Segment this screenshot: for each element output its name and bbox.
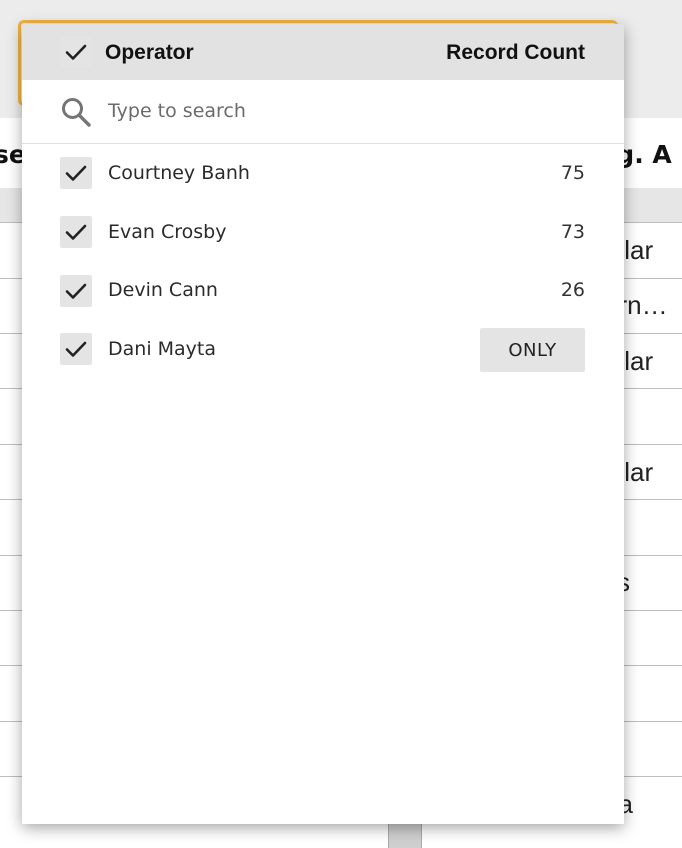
item-checkbox[interactable] (60, 333, 92, 365)
filter-column-title[interactable]: Operator (105, 41, 194, 65)
check-icon (65, 283, 87, 299)
list-item[interactable]: Courtney Banh 75 (22, 144, 624, 202)
check-icon (65, 165, 87, 181)
record-count-header[interactable]: Record Count (446, 41, 585, 65)
item-label: Evan Crosby (108, 221, 227, 243)
search-row (22, 80, 624, 144)
item-checkbox[interactable] (60, 216, 92, 248)
item-label: Devin Cann (108, 279, 218, 301)
check-icon (65, 224, 87, 240)
check-icon (65, 341, 87, 357)
list-item[interactable]: Dani Mayta ONLY (22, 318, 624, 376)
operator-filter-dropdown: Operator Record Count Courtney Banh 75 E… (22, 24, 624, 824)
item-count: 26 (560, 279, 585, 301)
only-button[interactable]: ONLY (480, 328, 585, 372)
search-icon (62, 98, 91, 127)
item-label: Dani Mayta (108, 338, 217, 360)
item-count: 75 (560, 162, 585, 184)
list-item[interactable]: Evan Crosby 73 (22, 203, 624, 261)
item-count: 73 (560, 221, 585, 243)
search-input[interactable] (108, 96, 568, 126)
filter-header: Operator Record Count (22, 24, 624, 80)
select-all-checkbox[interactable] (60, 36, 92, 68)
item-checkbox[interactable] (60, 157, 92, 189)
list-item[interactable]: Devin Cann 26 (22, 261, 624, 319)
check-icon (65, 44, 87, 60)
horizontal-scrollbar-thumb[interactable] (388, 824, 422, 848)
item-label: Courtney Banh (108, 162, 250, 184)
item-checkbox[interactable] (60, 275, 92, 307)
